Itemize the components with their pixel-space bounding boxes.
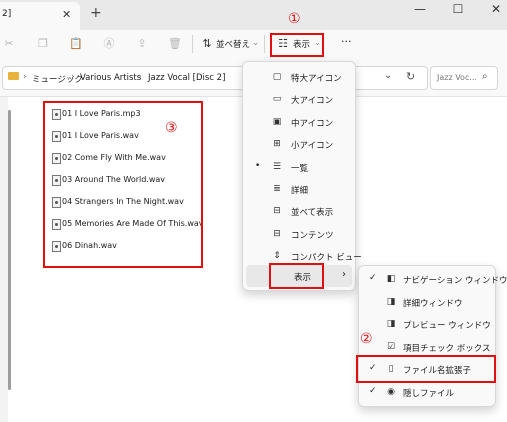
highlight-view-button	[270, 33, 324, 57]
highlight-show-item	[269, 263, 324, 289]
close-window-icon[interactable]: ✕	[484, 2, 507, 16]
toolbar-divider	[264, 35, 265, 53]
option-icon: ◨	[386, 296, 396, 307]
menu-item-label: 詳細	[291, 186, 309, 196]
chevron-right-icon: ›	[342, 269, 346, 280]
tab-title: 2]	[2, 9, 12, 19]
view-mode-icon: ⊟	[273, 228, 281, 239]
copy-icon[interactable]: ❐	[36, 37, 50, 51]
menu-item-label: 特大アイコン	[291, 74, 342, 84]
rename-icon[interactable]: Ⓐ	[102, 37, 116, 51]
breadcrumb-sep: ›	[138, 72, 142, 82]
paste-icon[interactable]: 📋	[69, 37, 83, 51]
view-mode-icon: ▣	[272, 116, 282, 127]
navigation-pane	[0, 97, 8, 422]
tab-active[interactable]: 2] ✕	[0, 2, 80, 30]
sort-button[interactable]: 並べ替え	[216, 38, 250, 50]
option-icon: ◨	[386, 319, 396, 330]
breadcrumb-sep: ›	[23, 72, 27, 82]
folder-icon	[8, 72, 19, 80]
annotation-one: ①	[288, 11, 301, 27]
menu-item-show-option[interactable]: ✓ ◉ 隠しファイル	[359, 381, 495, 403]
refresh-icon[interactable]: ↻	[406, 70, 415, 83]
chevron-down-icon: ⌄	[252, 38, 260, 48]
menu-item-label: 中アイコン	[291, 118, 334, 129]
view-mode-icon: ⊟	[273, 206, 281, 217]
menu-item-label: 詳細ウィンドウ	[403, 298, 463, 309]
menu-item-label: 一覧	[291, 163, 309, 174]
cut-icon[interactable]: ✂	[2, 37, 16, 51]
option-icon: ◧	[386, 274, 396, 284]
breadcrumb-item-album[interactable]: Jazz Vocal [Disc 2]	[148, 73, 225, 83]
option-icon: ◉	[387, 387, 395, 397]
toolbar-divider	[192, 35, 193, 53]
more-options-button[interactable]: ···	[341, 35, 352, 48]
menu-item-label: 小アイコン	[291, 141, 334, 152]
search-placeholder: Jazz Voc...	[437, 73, 477, 82]
annotation-three: ③	[165, 120, 178, 136]
menu-item-label: コンテンツ	[291, 230, 334, 241]
breadcrumb-item-music[interactable]: ミュージック	[32, 73, 83, 85]
view-mode-icon: ▭	[272, 94, 282, 105]
menu-item-show-option[interactable]: ◨ プレビュー ウィンドウ	[359, 313, 495, 335]
highlight-file-extensions	[356, 355, 496, 383]
view-mode-icon: ▢	[272, 72, 282, 82]
view-mode-icon: ⊞	[273, 139, 281, 150]
menu-item-view[interactable]: • ☰ 一覧	[243, 156, 355, 178]
minimize-icon[interactable]: —	[408, 2, 432, 16]
view-menu: ▢ 特大アイコン ▭ 大アイコン ▣ 中アイコン ⊞ 小アイコン • ☰ 一覧 ≣ 詳細 ⊟ 並べて表示 ⊟ コ…	[242, 61, 362, 291]
menu-item-label: コンパクト ビュー	[291, 253, 362, 264]
menu-item-view[interactable]: ⊟ コンテンツ	[243, 223, 355, 245]
maximize-icon[interactable]: ☐	[446, 2, 470, 16]
menu-item-show-option[interactable]: ✓ ◧ ナビゲーション ウィンドウ	[359, 268, 507, 290]
annotation-two: ②	[360, 331, 373, 347]
checkmark-icon: ✓	[369, 386, 377, 396]
scrollbar[interactable]	[8, 110, 11, 390]
menu-item-view[interactable]: ▢ 特大アイコン	[243, 66, 355, 88]
menu-item-view[interactable]: ≣ 詳細	[243, 178, 355, 200]
highlight-file-list	[43, 101, 203, 268]
checkmark-icon: ✓	[369, 273, 377, 283]
menu-item-view[interactable]: ⊟ 並べて表示	[243, 200, 355, 222]
menu-item-label: 大アイコン	[291, 96, 334, 107]
chevron-down-icon[interactable]: ⌄	[384, 70, 392, 81]
view-mode-icon: ☰	[272, 161, 282, 172]
view-mode-icon: ≣	[273, 184, 281, 194]
bullet-icon: •	[255, 160, 261, 171]
breadcrumb-item-artist[interactable]: Various Artists	[80, 73, 141, 83]
menu-item-view[interactable]: ▭ 大アイコン	[243, 88, 355, 110]
delete-icon[interactable]: 🗑	[168, 37, 182, 51]
menu-item-view[interactable]: ⊞ 小アイコン	[243, 133, 355, 155]
option-icon: ☑	[386, 341, 396, 352]
menu-item-label: 並べて表示	[291, 208, 334, 219]
tab-close-icon[interactable]: ✕	[62, 8, 71, 21]
menu-item-show-option[interactable]: ◨ 詳細ウィンドウ	[359, 291, 495, 313]
menu-item-view[interactable]: ▣ 中アイコン	[243, 111, 355, 133]
menu-item-label: 項目チェック ボックス	[403, 343, 491, 354]
sort-icon: ⇅	[202, 37, 212, 50]
new-tab-icon[interactable]: +	[90, 5, 102, 21]
menu-item-label: ナビゲーション ウィンドウ	[403, 276, 507, 286]
menu-item-label: プレビュー ウィンドウ	[403, 321, 491, 332]
breadcrumb-sep: ›	[71, 72, 75, 82]
view-mode-icon: ⇕	[273, 251, 281, 262]
show-submenu: ✓ ◧ ナビゲーション ウィンドウ ◨ 詳細ウィンドウ ◨ プレビュー ウィンドウ ☑ 項目チェ…	[358, 265, 507, 407]
search-icon: ⌕	[482, 71, 488, 82]
share-icon[interactable]: ⇪	[135, 37, 149, 51]
menu-item-label: 隠しファイル	[403, 389, 455, 399]
